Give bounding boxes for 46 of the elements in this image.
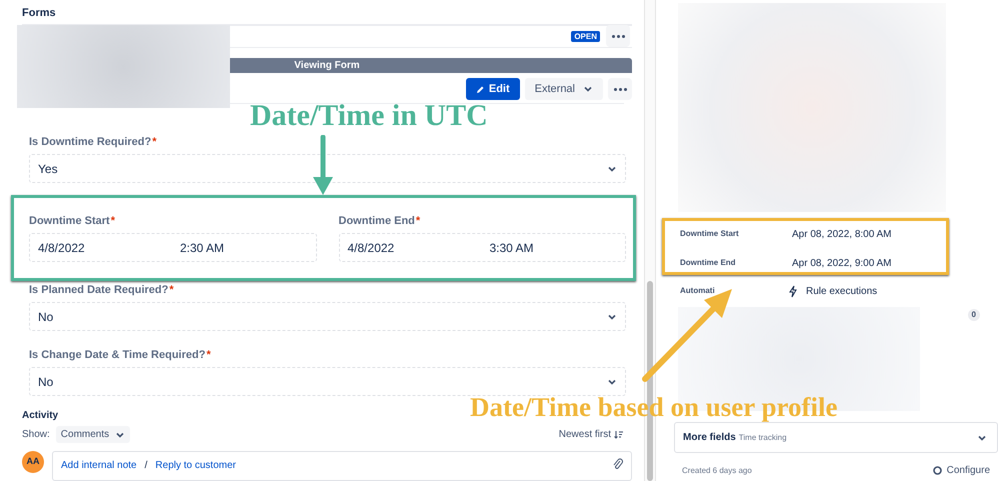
edit-button[interactable]: Edit bbox=[466, 78, 520, 100]
detail-label: Automati bbox=[680, 285, 716, 297]
field-label: Downtime Start bbox=[29, 214, 110, 229]
created-text: Created 6 days ago bbox=[682, 464, 752, 476]
filter-dropdown[interactable]: Comments bbox=[56, 426, 130, 443]
status-badge: OPEN bbox=[571, 30, 600, 42]
required-marker: * bbox=[416, 214, 420, 229]
more-actions-button[interactable] bbox=[608, 78, 632, 100]
rule-executions-link[interactable]: Rule executions bbox=[806, 284, 878, 298]
annotation-text: Date/Time based on user profile bbox=[470, 394, 838, 421]
lightning-icon bbox=[788, 284, 798, 298]
field-label: Is Downtime Required? bbox=[29, 135, 152, 150]
datetime-field[interactable]: 4/8/2022 2:30 AM bbox=[29, 233, 316, 262]
required-marker: * bbox=[169, 283, 174, 298]
annotation-text: Date/Time in UTC bbox=[250, 98, 488, 134]
detail-value: Apr 08, 2022, 9:00 AM bbox=[792, 256, 892, 270]
sort-button[interactable]: Newest first bbox=[558, 427, 624, 442]
sort-icon bbox=[614, 430, 624, 439]
section-title: Forms bbox=[22, 6, 57, 21]
paperclip-icon bbox=[613, 458, 623, 470]
add-note-link[interactable]: Add internal note bbox=[61, 458, 137, 473]
show-label: Show: bbox=[22, 428, 50, 442]
more-fields-panel[interactable]: More fields Time tracking bbox=[674, 422, 998, 453]
field-label: Is Planned Date Required? bbox=[29, 283, 168, 298]
more-actions-button[interactable] bbox=[606, 25, 630, 48]
link-separator: / bbox=[144, 459, 148, 473]
count-badge: 0 bbox=[968, 309, 980, 321]
pencil-icon bbox=[476, 84, 485, 94]
reply-link[interactable]: Reply to customer bbox=[155, 458, 236, 473]
detail-label: Downtime End bbox=[680, 257, 737, 269]
required-marker: * bbox=[110, 214, 115, 229]
configure-button[interactable]: Configure bbox=[932, 463, 990, 478]
datetime-field[interactable]: 4/8/2022 3:30 AM bbox=[338, 233, 626, 262]
detail-value: Apr 08, 2022, 8:00 AM bbox=[792, 228, 892, 242]
required-marker: * bbox=[152, 135, 157, 150]
field-label: Is Change Date & Time Required? bbox=[29, 348, 206, 363]
select-field[interactable]: No bbox=[29, 367, 626, 396]
user-avatar: AA bbox=[22, 451, 44, 473]
select-field[interactable]: No bbox=[29, 302, 626, 331]
chevron-down-icon bbox=[583, 84, 593, 94]
field-label: Downtime End bbox=[338, 214, 415, 229]
detail-label: Downtime Start bbox=[680, 228, 740, 240]
required-marker: * bbox=[206, 348, 211, 363]
visibility-dropdown[interactable]: External bbox=[524, 78, 603, 100]
down-arrow bbox=[312, 135, 334, 196]
section-title: Activity bbox=[22, 409, 58, 423]
